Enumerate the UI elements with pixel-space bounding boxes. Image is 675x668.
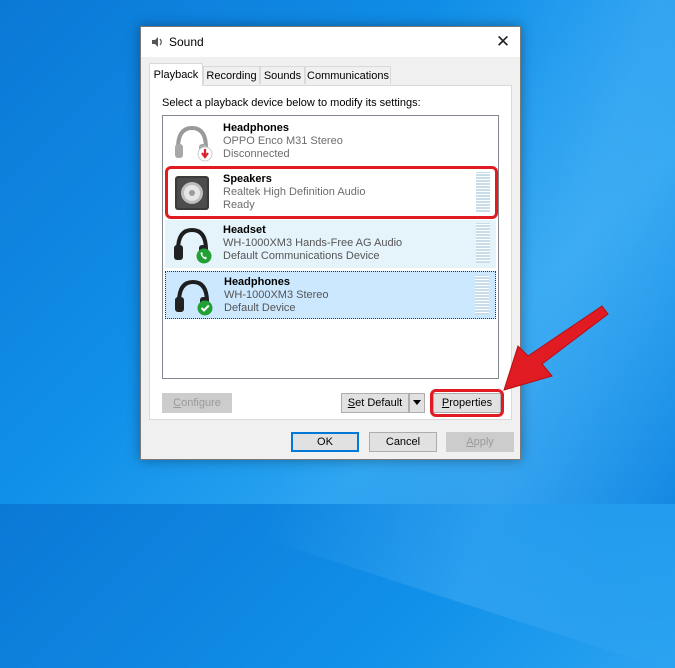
volume-meter — [475, 275, 489, 315]
volume-meter — [476, 223, 490, 263]
device-description: WH-1000XM3 Stereo — [224, 289, 329, 301]
apply-button[interactable]: Apply — [446, 432, 514, 452]
title-bar[interactable]: Sound ✕ — [141, 27, 520, 57]
device-status: Default Device — [224, 302, 296, 314]
device-description: WH-1000XM3 Hands-Free AG Audio — [223, 237, 403, 249]
dialog-title: Sound — [169, 35, 204, 49]
set-default-dropdown[interactable] — [409, 393, 425, 413]
ok-button[interactable]: OK — [291, 432, 359, 452]
configure-button[interactable]: Configure — [162, 393, 232, 413]
headphones-default-icon — [175, 279, 213, 316]
tab-playback[interactable]: Playback — [149, 63, 203, 86]
tab-sounds[interactable]: Sounds — [260, 66, 305, 84]
device-status: Default Communications Device — [223, 250, 380, 262]
close-icon: ✕ — [495, 32, 511, 51]
playback-panel: Select a playback device below to modify… — [149, 85, 512, 420]
chevron-down-icon — [413, 400, 421, 405]
device-name: Headphones — [224, 276, 291, 288]
cancel-button[interactable]: Cancel — [369, 432, 437, 452]
headset-communications-icon — [174, 227, 212, 264]
instruction-text: Select a playback device below to modify… — [162, 97, 421, 109]
speaker-title-icon — [152, 37, 162, 47]
device-item-headset[interactable]: Headset WH-1000XM3 Hands-Free AG Audio D… — [165, 220, 496, 268]
red-arrow-annotation-icon — [503, 305, 609, 391]
set-default-button[interactable]: Set Default — [341, 393, 409, 413]
tab-recording[interactable]: Recording — [203, 66, 260, 84]
tab-communications[interactable]: Communications — [305, 66, 391, 84]
properties-highlight-annotation — [430, 389, 504, 417]
close-button[interactable]: ✕ — [486, 27, 520, 57]
device-list[interactable]: Headphones OPPO Enco M31 Stereo Disconne… — [162, 115, 499, 379]
headphones-disconnected-icon — [175, 125, 213, 162]
device-item-oppo-headphones[interactable]: Headphones OPPO Enco M31 Stereo Disconne… — [165, 118, 496, 166]
sound-dialog: Sound ✕ Playback Recording Sounds Commun… — [140, 26, 521, 460]
device-item-wh1000xm3-headphones[interactable]: Headphones WH-1000XM3 Stereo Default Dev… — [165, 271, 496, 319]
device-name: Headphones — [223, 122, 290, 134]
device-status: Disconnected — [223, 148, 290, 160]
device-name: Headset — [223, 224, 266, 236]
speakers-highlight-annotation — [165, 166, 498, 219]
device-description: OPPO Enco M31 Stereo — [223, 135, 343, 147]
